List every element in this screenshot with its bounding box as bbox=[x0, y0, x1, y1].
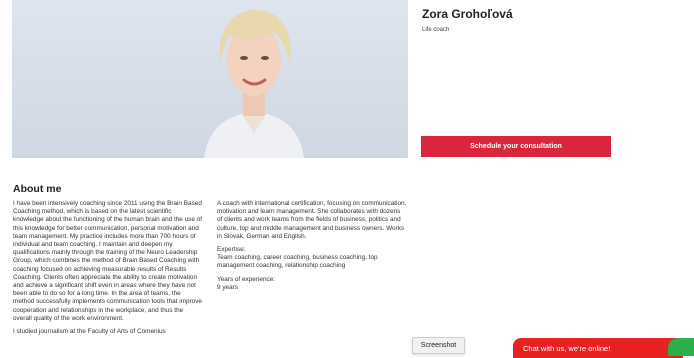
chat-bubble-icon[interactable] bbox=[668, 338, 694, 356]
screenshot-tooltip: Screenshot bbox=[412, 337, 465, 354]
about-column-left: I have been intensively coaching since 2… bbox=[13, 200, 203, 341]
expertise-value: Team coaching, career coaching, business… bbox=[217, 254, 378, 270]
about-column-right: A coach with international certification… bbox=[217, 200, 407, 297]
experience-value: 9 years bbox=[217, 283, 238, 291]
profile-role: Life coach bbox=[422, 27, 450, 33]
expertise-label: Expertise: bbox=[217, 246, 246, 254]
profile-photo bbox=[12, 0, 408, 158]
portrait-image bbox=[204, 9, 304, 158]
about-intro: A coach with international certification… bbox=[217, 200, 407, 240]
profile-name: Zora Grohoľová bbox=[422, 7, 513, 21]
about-paragraph: I studied journalism at the Faculty of A… bbox=[13, 328, 166, 336]
chat-widget-button[interactable]: Chat with us, we're online! bbox=[513, 338, 683, 358]
about-heading: About me bbox=[13, 183, 62, 195]
experience-label: Years of experience: bbox=[217, 275, 276, 283]
schedule-consultation-button[interactable]: Schedule your consultation bbox=[421, 136, 611, 157]
about-paragraph: I have been intensively coaching since 2… bbox=[13, 200, 203, 322]
